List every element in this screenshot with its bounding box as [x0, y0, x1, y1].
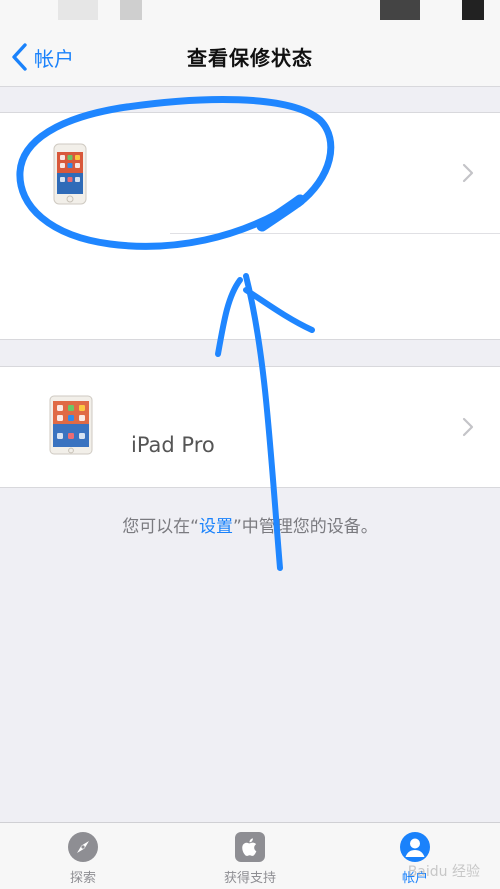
watermark: Baidu 经验 — [407, 864, 480, 880]
chevron-right-icon — [462, 163, 474, 183]
tab-explore[interactable]: 探索 — [28, 829, 138, 887]
account-icon — [400, 832, 430, 862]
device-row-ipad[interactable]: iPad Pro — [0, 367, 500, 487]
status-bar-blur — [58, 0, 98, 20]
tab-get-support[interactable]: 获得支持 — [195, 829, 305, 887]
note-suffix: ”中管理您的设备。 — [233, 517, 378, 537]
settings-link[interactable]: 设置 — [199, 517, 233, 537]
chevron-right-icon — [462, 417, 474, 437]
device-group-ipad: iPad Pro — [0, 366, 500, 488]
tab-bar: 探索 获得支持 帐户 Baidu 经验 — [0, 822, 500, 889]
device-name-ipad: iPad Pro — [131, 433, 215, 457]
status-bar-blur — [380, 0, 420, 20]
tab-explore-label: 探索 — [69, 871, 96, 886]
navigation-bar: 帐户 查看保修状态 — [0, 28, 500, 87]
ipad-icon — [49, 395, 93, 455]
manage-devices-note: 您可以在“设置”中管理您的设备。 — [0, 512, 500, 537]
iphone-icon — [53, 143, 87, 205]
page-title: 查看保修状态 — [187, 46, 313, 70]
device-group-iphone — [0, 112, 500, 340]
status-bar — [0, 0, 500, 28]
apple-logo-icon — [235, 832, 265, 862]
compass-icon — [68, 832, 98, 862]
status-bar-blur — [462, 0, 484, 20]
device-row-iphone[interactable] — [0, 113, 500, 233]
device-row-blank — [0, 234, 500, 339]
status-bar-blur — [120, 0, 142, 20]
tab-get-support-label: 获得支持 — [223, 871, 276, 886]
note-prefix: 您可以在“ — [122, 517, 199, 537]
